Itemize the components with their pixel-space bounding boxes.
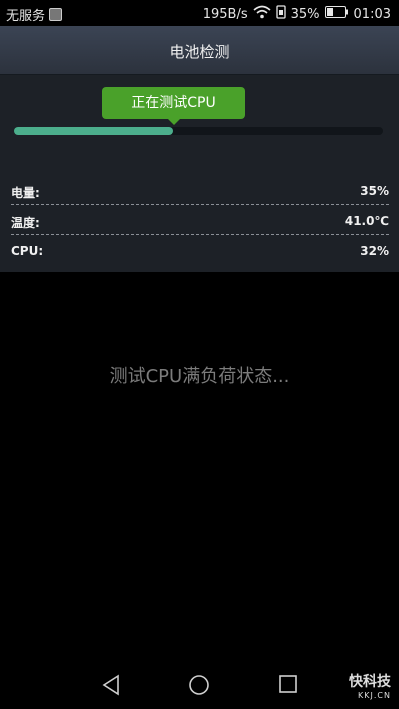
navigation-bar bbox=[0, 660, 399, 709]
battery-percent: 35% bbox=[290, 6, 320, 22]
metric-row-cpu: CPU: 32% bbox=[11, 244, 389, 264]
test-progress-bar bbox=[14, 127, 383, 135]
metric-value: 41.0℃ bbox=[344, 214, 389, 228]
page-title: 电池检测 bbox=[169, 43, 230, 61]
battery-icon bbox=[324, 6, 349, 22]
bubble-pointer bbox=[168, 119, 180, 125]
battery-test-card: 电池检测 正在测试CPU 电量: 35% 温度: 41.0℃ CPU: 32% bbox=[0, 26, 399, 272]
metric-label: 温度: bbox=[11, 216, 40, 230]
test-progress-fill bbox=[14, 127, 173, 135]
status-bar: 无服务 195B/s 35% 01:03 bbox=[0, 0, 399, 26]
test-status-bubble: 正在测试CPU bbox=[102, 87, 245, 119]
back-icon[interactable] bbox=[100, 674, 124, 696]
image-notification-icon bbox=[49, 8, 63, 21]
metric-value: 35% bbox=[360, 184, 389, 198]
clock: 01:03 bbox=[353, 6, 391, 22]
divider bbox=[11, 234, 389, 235]
network-speed: 195B/s bbox=[202, 6, 248, 22]
metric-row-temperature: 温度: 41.0℃ bbox=[11, 214, 389, 234]
carrier-text: 无服务 bbox=[6, 9, 46, 24]
divider bbox=[11, 204, 389, 205]
watermark-text: 快科技 bbox=[349, 674, 391, 690]
watermark-logo: 快科技 KKJ.CN bbox=[349, 671, 391, 700]
recent-apps-icon[interactable] bbox=[278, 674, 302, 696]
sim-icon bbox=[275, 5, 286, 23]
home-icon[interactable] bbox=[188, 674, 212, 696]
metric-row-battery: 电量: 35% bbox=[11, 184, 389, 204]
test-message: 测试CPU满负荷状态... bbox=[109, 366, 290, 387]
metric-label: CPU: bbox=[11, 244, 44, 258]
wifi-icon bbox=[253, 5, 271, 23]
status-right: 195B/s 35% 01:03 bbox=[203, 5, 391, 23]
title-bar: 电池检测 bbox=[0, 26, 399, 75]
status-left: 无服务 bbox=[6, 5, 63, 24]
watermark-subtext: KKJ.CN bbox=[358, 691, 391, 700]
metric-label: 电量: bbox=[11, 186, 40, 200]
metric-value: 32% bbox=[360, 244, 389, 258]
